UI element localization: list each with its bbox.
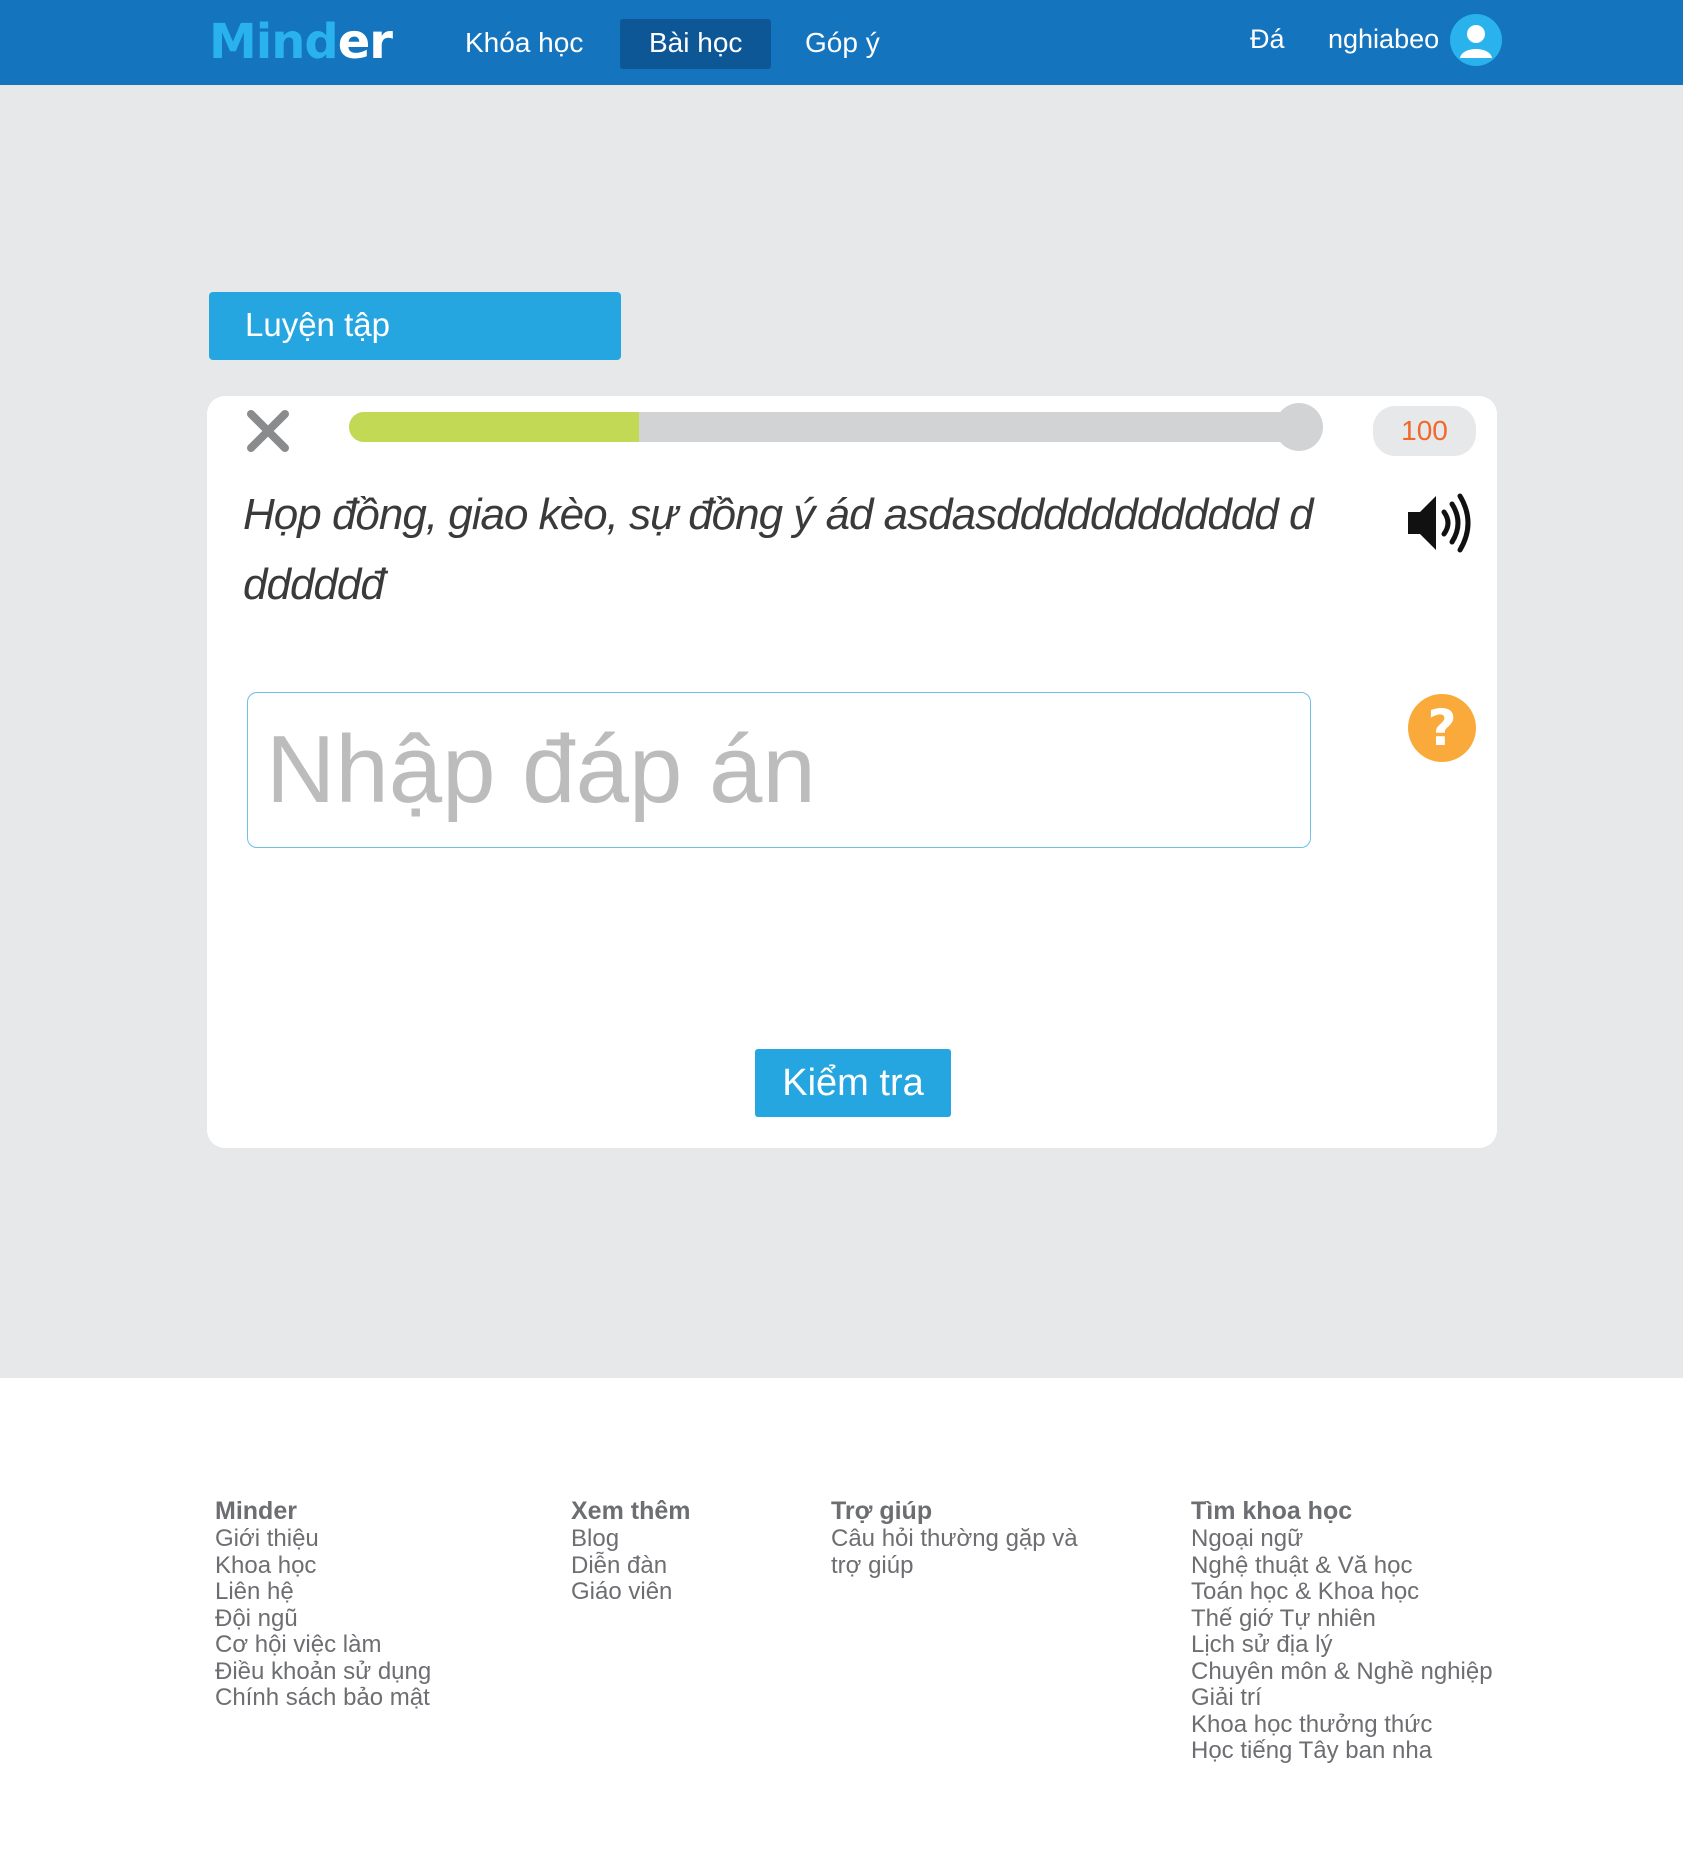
exercise-card: 100 Họp đồng, giao kèo, sự đồng ý ád asd…	[207, 396, 1497, 1148]
footer-link[interactable]: Học tiếng Tây ban nha	[1191, 1737, 1493, 1765]
user-avatar-icon[interactable]	[1450, 14, 1502, 66]
footer-link[interactable]: Nghệ thuật & Vă học	[1191, 1552, 1493, 1580]
footer-link[interactable]: Toán học & Khoa học	[1191, 1578, 1493, 1606]
header-extra-link[interactable]: Đá	[1250, 20, 1285, 58]
close-icon[interactable]	[243, 406, 293, 456]
footer-col-tim-khoa-hoc: Tìm khoa học Ngoại ngữ Nghệ thuật & Vă h…	[1191, 1496, 1493, 1765]
footer-link[interactable]: Khoa học	[215, 1552, 431, 1580]
answer-input[interactable]	[247, 692, 1311, 848]
check-button[interactable]: Kiểm tra	[755, 1049, 951, 1117]
nav-khoa-hoc[interactable]: Khóa học	[436, 19, 612, 69]
footer-link[interactable]: Chính sách bảo mật	[215, 1684, 431, 1712]
footer-link[interactable]: Điều khoản sử dụng	[215, 1658, 431, 1686]
footer-heading: Xem thêm	[571, 1497, 691, 1525]
footer-link[interactable]: Liên hệ	[215, 1578, 431, 1606]
username[interactable]: nghiabeo	[1328, 20, 1439, 58]
footer-heading: Minder	[215, 1497, 297, 1525]
footer-link[interactable]: Cơ hội việc làm	[215, 1631, 431, 1659]
section-title: Luyện tập	[209, 292, 621, 360]
nav-gop-y[interactable]: Góp ý	[776, 19, 909, 69]
progress-bar	[349, 403, 1323, 451]
progress-knob	[1275, 403, 1323, 451]
footer-link[interactable]: Giới thiệu	[215, 1525, 431, 1553]
footer-heading: Tìm khoa học	[1191, 1497, 1353, 1525]
footer-link[interactable]: Diễn đàn	[571, 1552, 690, 1580]
footer-link[interactable]: Khoa học thưởng thức	[1191, 1711, 1493, 1739]
main-area: Luyện tập 100 Họp đồng, giao kèo, sự đồn…	[0, 85, 1683, 1378]
nav-bai-hoc[interactable]: Bài học	[620, 19, 772, 69]
footer-heading: Trợ giúp	[831, 1497, 933, 1525]
logo[interactable]: Minder	[209, 14, 393, 70]
footer-link[interactable]: Thế giớ Tự nhiên	[1191, 1605, 1493, 1633]
logo-part-2: er	[337, 14, 393, 70]
footer-col-minder: Minder Giới thiệu Khoa học Liên hệ Đội n…	[215, 1496, 431, 1712]
speaker-icon[interactable]	[1406, 490, 1480, 556]
footer-link[interactable]: trợ giúp	[831, 1552, 1078, 1580]
footer-link[interactable]: Lịch sử địa lý	[1191, 1631, 1493, 1659]
progress-fill	[349, 412, 640, 442]
question-prompt: Họp đồng, giao kèo, sự đồng ý ád asdasdd…	[243, 490, 1313, 609]
footer-link[interactable]: Ngoại ngữ	[1191, 1525, 1493, 1553]
footer-col-tro-giup: Trợ giúp Câu hỏi thường gặp và trợ giúp	[831, 1496, 1078, 1579]
logo-part-1: Mind	[209, 14, 339, 70]
score-badge: 100	[1373, 406, 1476, 456]
footer-link[interactable]: Giải trí	[1191, 1684, 1493, 1712]
footer-link[interactable]: Chuyên môn & Nghề nghiệp	[1191, 1658, 1493, 1686]
footer-link[interactable]: Câu hỏi thường gặp và	[831, 1525, 1078, 1553]
footer-col-xem-them: Xem thêm Blog Diễn đàn Giáo viên	[571, 1496, 690, 1606]
help-icon[interactable]: ?	[1408, 694, 1476, 762]
footer-link[interactable]: Đội ngũ	[215, 1605, 431, 1633]
footer-link[interactable]: Blog	[571, 1525, 690, 1553]
help-symbol: ?	[1427, 699, 1457, 757]
top-navbar: Minder Khóa học Bài học Góp ý Đá nghiabe…	[0, 0, 1683, 85]
footer-link[interactable]: Giáo viên	[571, 1578, 690, 1606]
